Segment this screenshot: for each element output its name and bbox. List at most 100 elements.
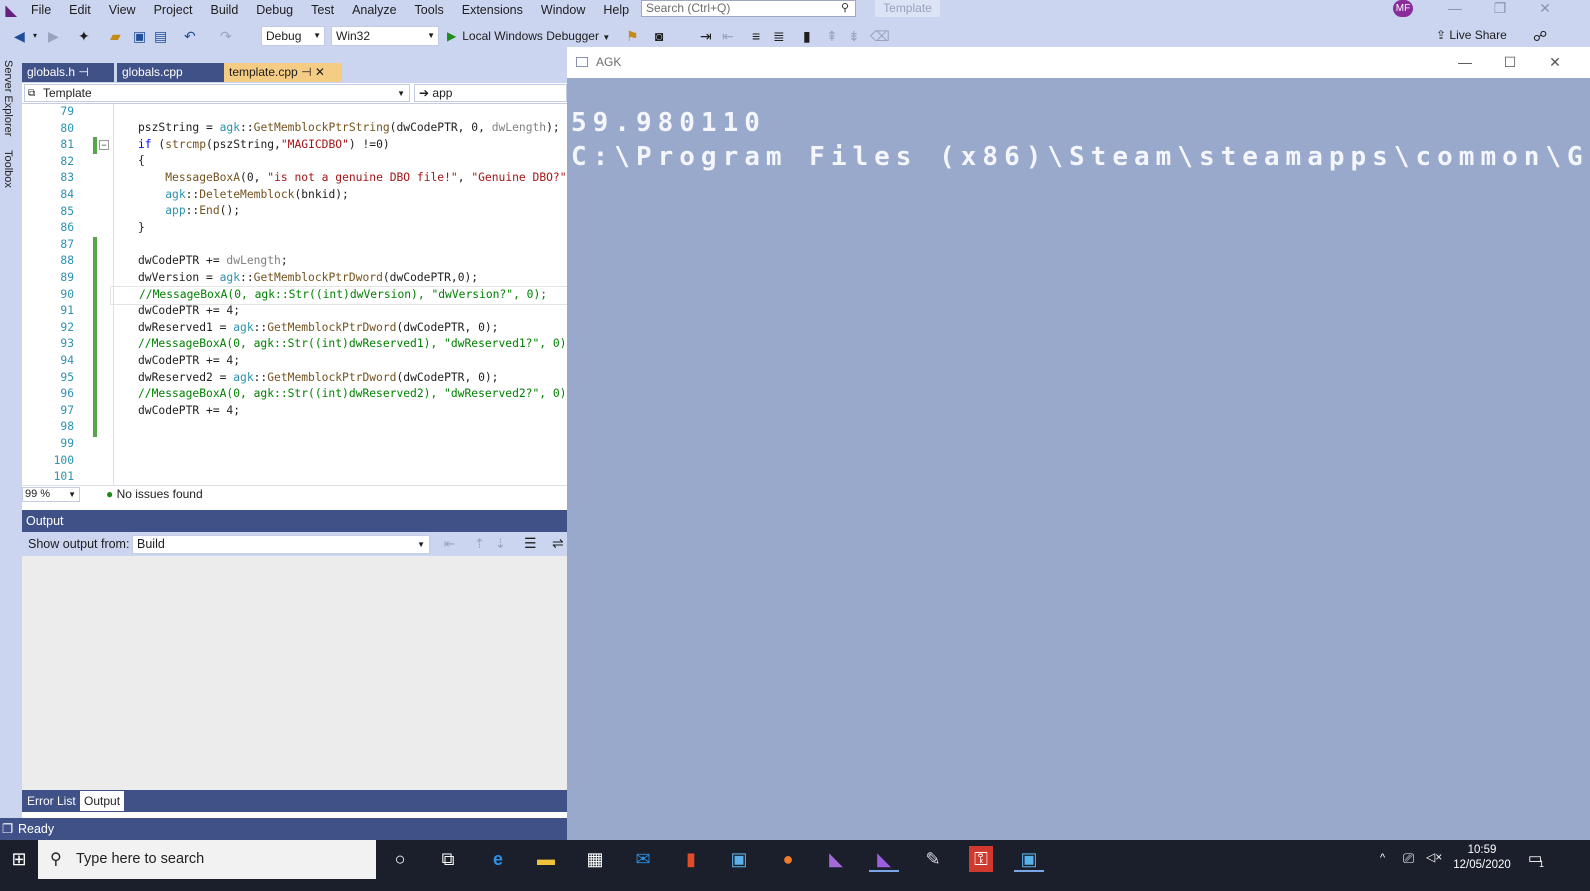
feedback-icon[interactable]: ☍ (1533, 28, 1547, 44)
change-marker (93, 237, 97, 437)
menu-build[interactable]: Build (201, 0, 247, 20)
zoom-select[interactable]: 99 % ▼ (22, 487, 80, 502)
output-content[interactable] (22, 556, 567, 790)
open-folder-icon[interactable]: ▰ (110, 28, 121, 44)
editor-status-row: 99 % ▼ ● No issues found (22, 485, 567, 502)
agk-window-title: AGK (596, 55, 622, 69)
config-value: Debug (266, 29, 302, 43)
agk-window-titlebar[interactable]: AGK — ☐ ✕ (567, 47, 1590, 78)
firefox-icon[interactable]: ● (773, 846, 803, 872)
save-icon[interactable]: ▣ (133, 28, 146, 44)
config-select[interactable]: Debug ▼ (261, 26, 325, 46)
menu-window[interactable]: Window (532, 0, 594, 20)
paint-icon[interactable]: ✎ (918, 846, 948, 872)
collapse-icon[interactable]: − (99, 140, 109, 150)
minimize-icon[interactable]: — (1435, 0, 1475, 17)
word-wrap-icon[interactable]: ⇌ (552, 535, 564, 552)
cortana-icon[interactable]: ○ (385, 846, 415, 872)
redo-icon[interactable]: ↷ (220, 28, 232, 44)
start-debugger-button[interactable]: ▶ Local Windows Debugger ▼ (447, 26, 610, 46)
office-icon[interactable]: ▮ (676, 846, 706, 872)
next-message-icon[interactable]: ⇣ (495, 536, 506, 552)
tab-globals-cpp[interactable]: globals.cpp (117, 63, 225, 82)
output-source-select[interactable]: Build ▼ (132, 535, 430, 554)
screenshot-icon[interactable]: ◙ (655, 28, 663, 44)
next-bookmark-icon[interactable]: ⇟ (848, 28, 860, 44)
menu-help[interactable]: Help (594, 0, 638, 20)
edge-icon[interactable]: e (483, 846, 513, 872)
back-icon[interactable]: ◀ (14, 28, 25, 44)
visual-studio-active-icon[interactable]: ◣ (869, 846, 899, 872)
menu-edit[interactable]: Edit (60, 0, 100, 20)
step-out-icon[interactable]: ⇤ (722, 28, 734, 44)
undo-icon[interactable]: ↶ (184, 28, 196, 44)
close-tab-icon[interactable]: ✕ (315, 65, 325, 79)
taskbar-search-input[interactable]: ⚲ Type here to search (38, 840, 376, 879)
agk-app-icon[interactable]: ▣ (1014, 846, 1044, 872)
new-project-icon[interactable]: ✦ (78, 28, 90, 44)
clear-all-icon[interactable]: ☰ (524, 535, 537, 552)
find-icon[interactable]: ⚑ (626, 28, 639, 44)
mail-icon[interactable]: ✉ (628, 846, 658, 872)
go-to-error-icon[interactable]: ⇤ (444, 536, 455, 552)
line-number: 97 (60, 403, 74, 417)
menu-extensions[interactable]: Extensions (453, 0, 532, 20)
forward-icon[interactable]: ▶ (48, 28, 59, 44)
tab-globals-h[interactable]: globals.h ⊣ (22, 63, 114, 82)
live-share-button[interactable]: ⇪ Live Share (1436, 28, 1507, 42)
pin-icon[interactable]: ⊣ (78, 65, 88, 79)
step-icon[interactable]: ⇥ (700, 28, 712, 44)
search-input[interactable]: Search (Ctrl+Q) ⚲ (641, 0, 856, 17)
clear-bookmarks-icon[interactable]: ⌫ (870, 28, 890, 44)
minimize-icon[interactable]: — (1443, 47, 1487, 78)
taskbar-clock[interactable]: 10:59 12/05/2020 (1452, 843, 1512, 873)
scope-dropdown[interactable]: ⧉ Template ▼ (24, 84, 410, 102)
line-number: 80 (60, 121, 74, 135)
store-icon[interactable]: ▦ (580, 846, 610, 872)
menu-file[interactable]: File (22, 0, 60, 20)
network-icon[interactable]: ⎚ (1403, 850, 1414, 867)
menu-tools[interactable]: Tools (406, 0, 453, 20)
uncomment-icon[interactable]: ≣ (773, 28, 785, 44)
line-number: 91 (60, 304, 74, 318)
task-view-icon[interactable]: ⧉ (433, 846, 463, 872)
back-dropdown-icon[interactable]: ▾ (33, 28, 37, 44)
check-icon: ● (106, 487, 114, 501)
close-icon[interactable]: ✕ (1525, 0, 1565, 17)
comment-icon[interactable]: ≡ (752, 28, 760, 44)
menu-test[interactable]: Test (302, 0, 343, 20)
volume-muted-icon[interactable]: ◁× (1426, 850, 1442, 864)
save-all-icon[interactable]: ▤ (154, 28, 167, 44)
file-explorer-icon[interactable]: ▬ (531, 846, 561, 872)
visual-studio-icon[interactable]: ◣ (821, 846, 851, 872)
tab-error-list[interactable]: Error List (23, 791, 80, 811)
code-editor[interactable]: 79 80 81 82 83 84 85 86 87 88 89 90 91 92 93 94 95 96 97 98… (22, 104, 567, 485)
avatar[interactable]: MF (1393, 0, 1413, 17)
taskbar-search-placeholder: Type here to search (76, 851, 205, 867)
close-icon[interactable]: ✕ (1533, 47, 1577, 78)
tab-template-cpp[interactable]: template.cpp ⊣ ✕ (224, 63, 342, 82)
server-explorer-tab[interactable]: Server Explorer (2, 60, 14, 136)
menu-project[interactable]: Project (145, 0, 202, 20)
prev-bookmark-icon[interactable]: ⇞ (826, 28, 838, 44)
tab-output[interactable]: Output (80, 791, 125, 811)
restore-icon[interactable]: ❐ (1480, 0, 1520, 17)
bookmark-icon[interactable]: ▮ (803, 28, 811, 44)
menu-debug[interactable]: Debug (247, 0, 302, 20)
maximize-icon[interactable]: ☐ (1488, 47, 1532, 78)
search-placeholder: Search (Ctrl+Q) (646, 1, 731, 15)
security-app-icon[interactable]: ⚿ (969, 846, 993, 872)
member-dropdown[interactable]: ➔ app (414, 84, 567, 102)
toolbox-tab[interactable]: Toolbox (2, 150, 14, 188)
windows-start-icon[interactable]: ⊞ (0, 840, 38, 879)
menu-view[interactable]: View (100, 0, 145, 20)
issues-indicator[interactable]: ● No issues found (106, 487, 203, 502)
menu-analyze[interactable]: Analyze (343, 0, 405, 20)
app-icon[interactable]: ▣ (724, 846, 754, 872)
platform-select[interactable]: Win32 ▼ (331, 26, 439, 46)
previous-message-icon[interactable]: ⇡ (474, 536, 485, 552)
agk-canvas[interactable]: 59.980110 C:\Program Files (x86)\Steam\s… (567, 78, 1590, 840)
pin-icon[interactable]: ⊣ (301, 65, 311, 79)
show-hidden-icons-icon[interactable]: ^ (1380, 852, 1385, 864)
tab-label: globals.h (27, 65, 76, 79)
